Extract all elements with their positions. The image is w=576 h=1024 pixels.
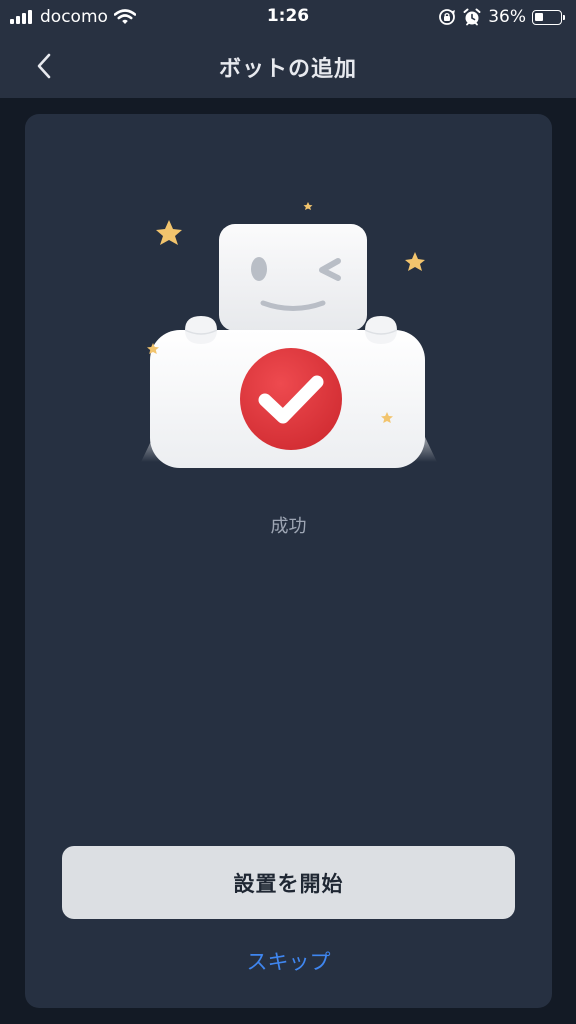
header: docomo 1:26 36% ボットの追加 <box>0 0 576 98</box>
battery-level-fill <box>535 12 543 21</box>
robot-hand-right <box>365 316 397 344</box>
nav-bar: ボットの追加 <box>0 34 576 98</box>
battery-percent: 36% <box>488 7 526 27</box>
status-bar-right: 36% <box>438 6 565 28</box>
robot-success-illustration <box>141 202 437 468</box>
check-circle <box>240 348 342 450</box>
success-message: 成功 <box>270 516 307 537</box>
skip-link[interactable]: スキップ <box>25 946 552 976</box>
page-title: ボットの追加 <box>218 57 357 82</box>
orientation-lock-icon <box>439 9 456 25</box>
robot-hand-left <box>185 316 217 344</box>
robot-head <box>219 224 367 331</box>
content-card: 成功 設置を開始 スキップ <box>25 114 552 1008</box>
star-tiny-top <box>303 202 313 210</box>
screen: docomo 1:26 36% ボットの追加 成功 設置を開始 スキップ <box>0 0 576 1024</box>
status-bar: docomo 1:26 36% <box>0 0 576 34</box>
alarm-icon <box>463 8 481 26</box>
checkmark-icon <box>240 348 342 450</box>
battery-icon <box>532 9 565 25</box>
star-right <box>405 252 425 271</box>
star-large-left <box>156 220 182 245</box>
start-setup-button[interactable]: 設置を開始 <box>62 846 515 919</box>
robot-eye-open <box>251 257 267 281</box>
